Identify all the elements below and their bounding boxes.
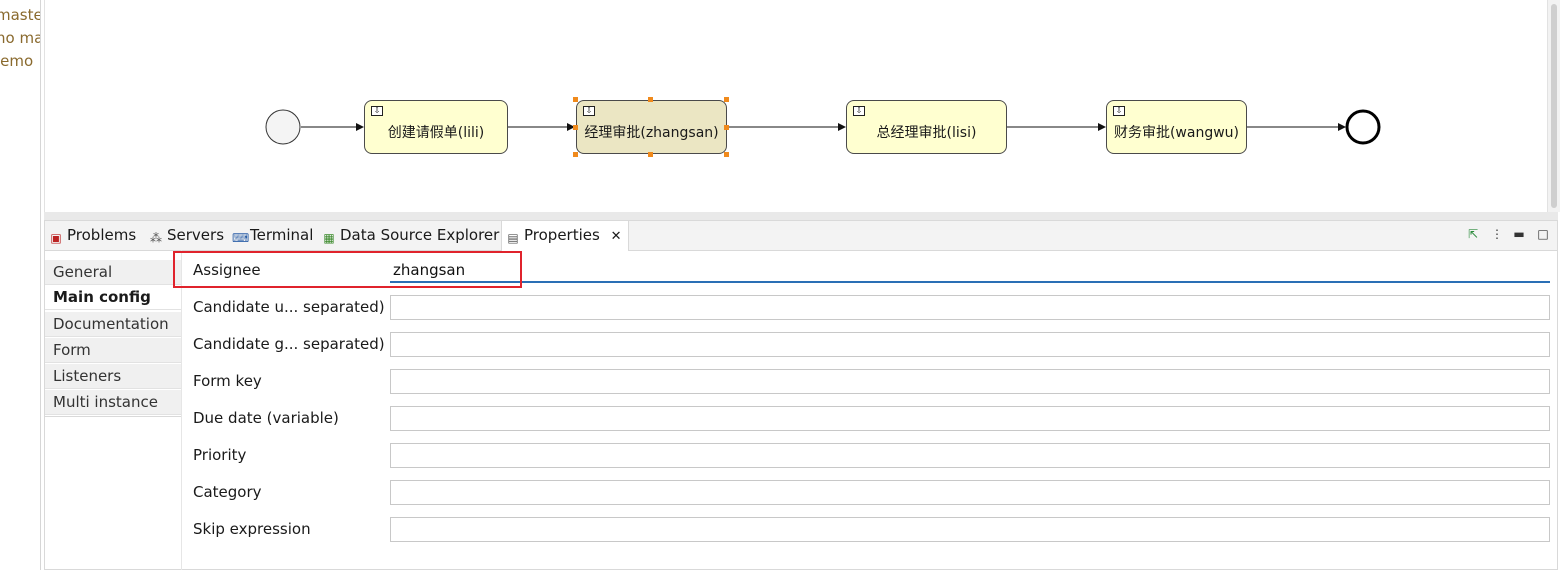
tab-label: Properties <box>524 226 600 244</box>
view-menu-icon[interactable]: ⋮ <box>1489 226 1505 242</box>
properties-view-panel: ▣ Problems ⁂ Servers ⌨Terminal ▦ Data Sourc… <box>44 220 1558 570</box>
section-tabs-border <box>181 250 182 570</box>
tab-label: Data Source Explorer <box>340 226 500 244</box>
diagram-connections <box>265 109 1381 145</box>
explorer-item[interactable]: maste <box>0 6 40 24</box>
resize-handle[interactable] <box>573 97 578 102</box>
resize-handle[interactable] <box>648 152 653 157</box>
tab-label: Servers <box>167 226 225 244</box>
user-task-icon: ⇩ <box>583 106 595 116</box>
start-event[interactable] <box>265 109 301 145</box>
section-tab-listeners[interactable]: Listeners <box>45 364 182 389</box>
candidate-users-label: Candidate u... separated) <box>193 298 385 316</box>
terminal-icon: ⌨ <box>232 231 250 245</box>
data-source-icon: ▦ <box>323 231 335 245</box>
user-task-icon: ⇩ <box>853 106 865 116</box>
annotation-highlight-box <box>173 251 522 288</box>
form-key-input[interactable] <box>390 369 1550 394</box>
problems-icon: ▣ <box>50 231 62 245</box>
section-tab-main-config[interactable]: Main config <box>45 285 182 310</box>
pin-view-icon[interactable]: ⇱ <box>1465 226 1481 242</box>
bpmn-diagram-canvas[interactable]: ⇩ 创建请假单(lili) ⇩ 经理审批(zhangsan) ⇩ 总经理审批(l… <box>44 0 1548 212</box>
candidate-groups-input[interactable] <box>390 332 1550 357</box>
user-task-selected[interactable]: ⇩ 经理审批(zhangsan) <box>576 100 727 154</box>
scrollbar-thumb[interactable] <box>1551 4 1557 208</box>
resize-handle[interactable] <box>648 97 653 102</box>
section-tab-documentation[interactable]: Documentation <box>45 312 182 337</box>
candidate-users-input[interactable] <box>390 295 1550 320</box>
minimize-icon[interactable]: ▬ <box>1511 226 1527 242</box>
user-task[interactable]: ⇩ 创建请假单(lili) <box>364 100 508 154</box>
section-tab-multi-instance[interactable]: Multi instance <box>45 390 182 415</box>
section-tabs-divider <box>45 416 182 417</box>
task-label: 经理审批(zhangsan) <box>584 125 719 141</box>
category-input[interactable] <box>390 480 1550 505</box>
user-task-icon: ⇩ <box>1113 106 1125 116</box>
task-label: 财务审批(wangwu) <box>1113 125 1240 141</box>
project-explorer-pane: maste no ma lemo <box>0 0 41 570</box>
explorer-item[interactable]: lemo <box>0 52 33 70</box>
due-date-input[interactable] <box>390 406 1550 431</box>
user-task-icon: ⇩ <box>371 106 383 116</box>
servers-icon: ⁂ <box>150 231 162 245</box>
user-task[interactable]: ⇩ 总经理审批(lisi) <box>846 100 1007 154</box>
view-tab-bar: ▣ Problems ⁂ Servers ⌨Terminal ▦ Data Sourc… <box>45 221 1557 251</box>
user-task[interactable]: ⇩ 财务审批(wangwu) <box>1106 100 1247 154</box>
assignee-input[interactable] <box>390 258 1550 283</box>
section-tab-form[interactable]: Form <box>45 338 182 363</box>
tab-properties[interactable]: ▤ Properties ✕ <box>501 221 629 251</box>
tab-problems[interactable]: ▣ Problems <box>49 221 136 250</box>
skip-expression-input[interactable] <box>390 517 1550 542</box>
close-icon[interactable]: ✕ <box>611 229 622 244</box>
skip-expression-label: Skip expression <box>193 520 311 538</box>
priority-input[interactable] <box>390 443 1550 468</box>
resize-handle[interactable] <box>724 125 729 130</box>
panel-sash[interactable] <box>44 212 1558 220</box>
form-key-label: Form key <box>193 372 262 390</box>
end-event[interactable] <box>1345 109 1381 145</box>
task-label: 总经理审批(lisi) <box>876 125 977 141</box>
diagram-vertical-scrollbar[interactable] <box>1548 0 1560 212</box>
resize-handle[interactable] <box>573 125 578 130</box>
tab-label: Problems <box>67 226 137 244</box>
properties-icon: ▤ <box>507 231 519 245</box>
tab-terminal[interactable]: ⌨Terminal <box>232 221 313 250</box>
priority-label: Priority <box>193 446 247 464</box>
explorer-item[interactable]: no ma <box>0 29 40 47</box>
task-label: 创建请假单(lili) <box>387 125 485 141</box>
resize-handle[interactable] <box>573 152 578 157</box>
due-date-label: Due date (variable) <box>193 409 339 427</box>
tab-servers[interactable]: ⁂ Servers <box>149 221 224 250</box>
resize-handle[interactable] <box>724 97 729 102</box>
tab-label: Terminal <box>250 226 314 244</box>
resize-handle[interactable] <box>724 152 729 157</box>
tab-data-source-explorer[interactable]: ▦ Data Source Explorer <box>322 221 499 250</box>
candidate-groups-label: Candidate g... separated) <box>193 335 385 353</box>
maximize-icon[interactable]: □ <box>1535 226 1551 242</box>
section-tab-general[interactable]: General <box>45 260 182 285</box>
category-label: Category <box>193 483 262 501</box>
